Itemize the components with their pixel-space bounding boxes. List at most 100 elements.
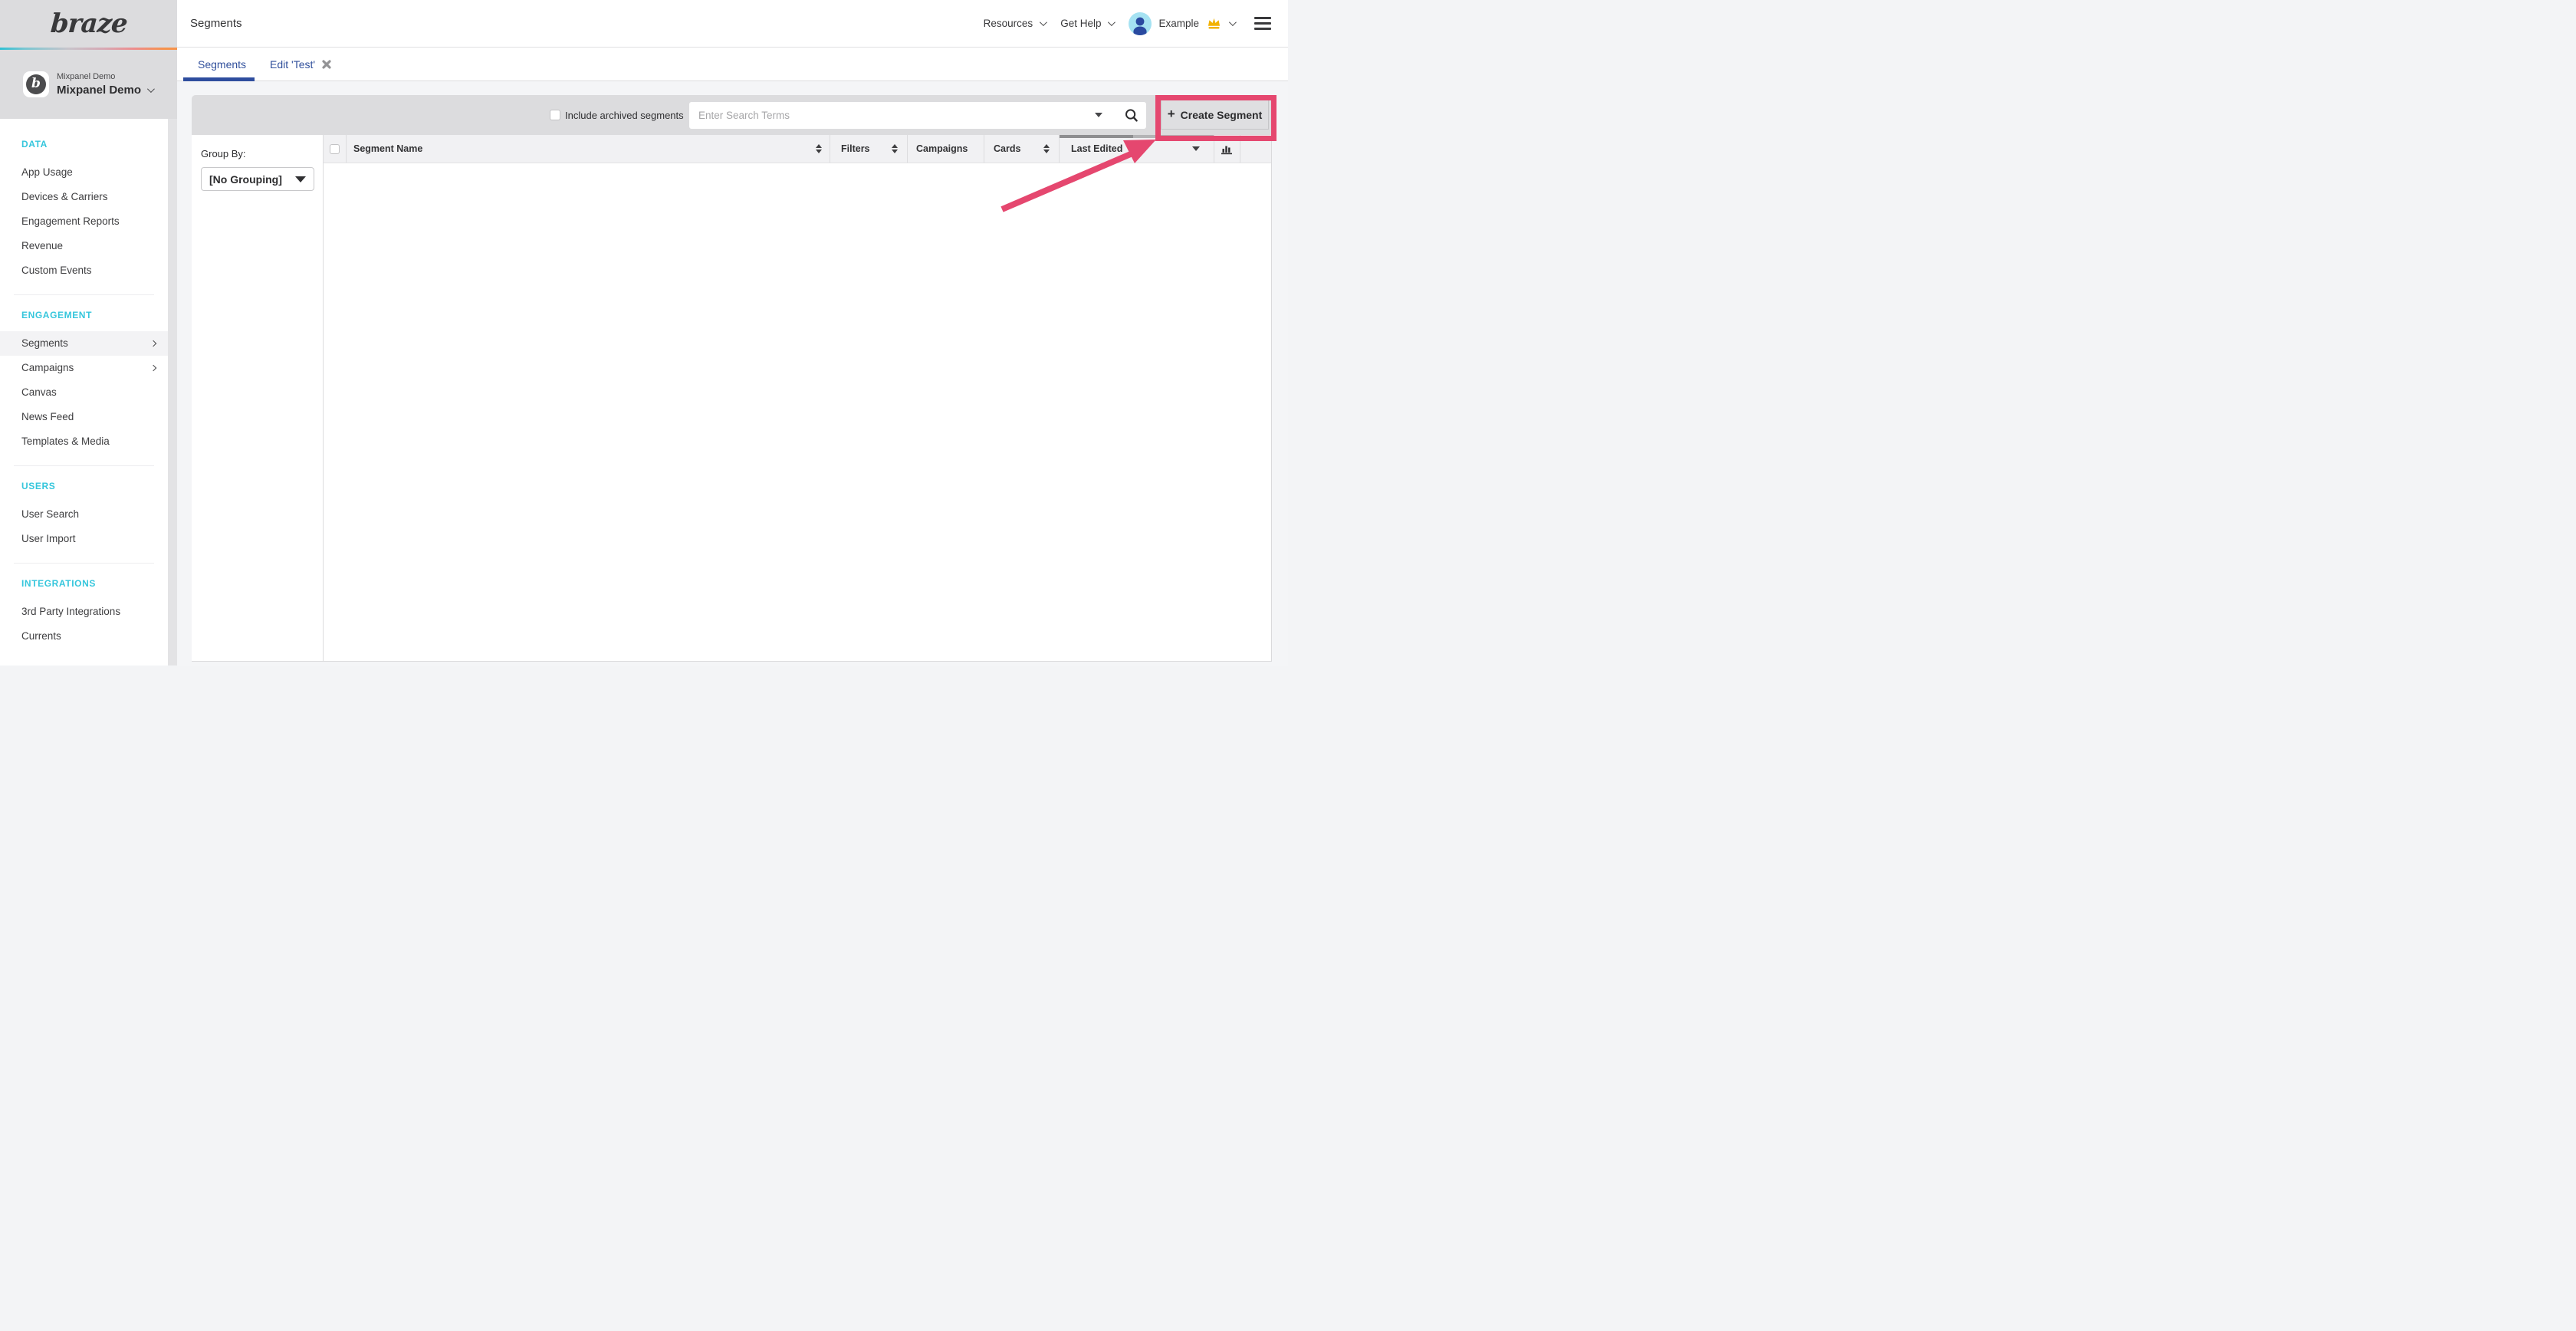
header-right: Resources Get Help [984,12,1280,35]
sidebar-item-label: Campaigns [21,362,74,373]
sidebar-item-3rd-party-integrations[interactable]: 3rd Party Integrations [0,600,168,624]
user-avatar-icon [1129,12,1152,35]
workspace-label: Mixpanel Demo [57,72,153,81]
sidebar-item-campaigns[interactable]: Campaigns [0,356,168,380]
hamburger-menu-icon[interactable] [1254,17,1271,30]
sidebar-item-label: Segments [21,337,68,349]
table-body-empty [324,163,1271,661]
group-by-select[interactable]: [No Grouping] [201,167,314,191]
search-icon[interactable] [1124,108,1138,123]
column-spacer [1240,135,1271,163]
sidebar-divider [14,465,154,466]
braze-logo[interactable]: braze [49,8,127,39]
column-last-edited[interactable]: Last Edited [1059,135,1214,163]
tab-edit-test[interactable]: Edit 'Test' [270,58,331,71]
chevron-right-icon [150,340,156,347]
account-menu[interactable]: Example [1129,12,1234,35]
search-input[interactable] [689,110,1095,121]
column-cards[interactable]: Cards [984,135,1059,163]
close-icon[interactable] [322,60,331,69]
chevron-down-icon [1229,18,1237,26]
user-name: Example [1158,18,1199,29]
column-label: Cards [994,143,1020,154]
tab-label: Edit 'Test' [270,58,315,71]
table-header-row: Segment Name Filters Campaigns [324,135,1271,163]
top-header: Segments Resources Get Help [177,0,1288,48]
sidebar-section-integrations: INTEGRATIONS [0,575,168,592]
group-by-panel: Group By: [No Grouping] [192,135,324,661]
segments-toolbar: Include archived segments + Create Segme… [192,95,1271,135]
bar-chart-icon [1221,143,1234,155]
tab-segments[interactable]: Segments [198,58,246,71]
group-by-label: Group By: [201,148,323,159]
braze-dashboard: braze b Mixpanel Demo Mixpanel Demo DATA… [0,0,1288,666]
sidebar-divider [14,563,154,564]
segment-search [689,102,1146,129]
sidebar-item-templates-media[interactable]: Templates & Media [0,429,168,454]
chevron-down-icon [295,176,306,182]
chevron-down-icon [147,85,155,93]
column-label: Last Edited [1071,143,1122,154]
sidebar-item-app-usage[interactable]: App Usage [0,160,168,185]
sort-icon[interactable] [816,144,822,154]
chevron-right-icon [150,365,156,371]
segments-table: Segment Name Filters Campaigns [324,135,1271,661]
segments-panel: Include archived segments + Create Segme… [192,95,1272,662]
column-label: Segment Name [353,143,422,154]
chevron-down-icon [1108,18,1116,26]
sidebar-item-segments[interactable]: Segments [0,331,168,356]
search-dropdown-icon[interactable] [1095,113,1102,117]
column-analytics[interactable] [1214,135,1240,163]
table-wrap: Group By: [No Grouping] Segment [192,135,1271,661]
include-archived-checkbox[interactable] [550,110,560,120]
scrollbar-thumb[interactable] [1060,135,1133,138]
column-segment-name[interactable]: Segment Name [346,135,830,163]
sidebar-item-engagement-reports[interactable]: Engagement Reports [0,209,168,234]
create-segment-label: Create Segment [1181,109,1263,121]
workspace-avatar: b [23,71,49,97]
sidebar-item-user-import[interactable]: User Import [0,527,168,551]
column-campaigns[interactable]: Campaigns [907,135,984,163]
sidebar-nav: DATA App Usage Devices & Carriers Engage… [0,119,168,649]
get-help-menu[interactable]: Get Help [1060,18,1113,29]
sort-icon[interactable] [1043,144,1050,154]
column-filters[interactable]: Filters [830,135,907,163]
include-archived-label: Include archived segments [565,110,684,121]
brand-header: braze [0,0,177,48]
resources-menu[interactable]: Resources [984,18,1046,29]
group-by-value: [No Grouping] [209,173,295,186]
tab-bar: Segments Edit 'Test' [177,48,1288,81]
plus-icon: + [1168,107,1175,122]
scrollbar-track [1133,135,1214,138]
sidebar-item-devices-carriers[interactable]: Devices & Carriers [0,185,168,209]
main-area: Segments Resources Get Help [177,0,1288,666]
column-label: Campaigns [916,143,968,154]
sidebar-item-canvas[interactable]: Canvas [0,380,168,405]
workspace-text: Mixpanel Demo Mixpanel Demo [57,72,153,97]
sidebar: braze b Mixpanel Demo Mixpanel Demo DATA… [0,0,177,666]
select-all-checkbox[interactable] [330,144,340,154]
sidebar-item-user-search[interactable]: User Search [0,502,168,527]
horizontal-scrollbar[interactable] [1060,135,1214,138]
sidebar-item-revenue[interactable]: Revenue [0,234,168,258]
sidebar-section-data: DATA [0,136,168,153]
crown-icon [1206,17,1222,30]
sidebar-gap-strip [168,119,177,666]
sidebar-section-users: USERS [0,478,168,495]
resources-label: Resources [984,18,1033,29]
chevron-down-icon[interactable] [1192,146,1200,151]
chevron-down-icon [1040,18,1047,26]
sidebar-item-currents[interactable]: Currents [0,624,168,649]
workspace-switcher[interactable]: b Mixpanel Demo Mixpanel Demo [0,50,177,119]
sidebar-divider [14,294,154,295]
create-segment-button[interactable]: + Create Segment [1161,100,1269,130]
sidebar-item-custom-events[interactable]: Custom Events [0,258,168,283]
workspace-name: Mixpanel Demo [57,84,141,97]
get-help-label: Get Help [1060,18,1101,29]
sidebar-item-news-feed[interactable]: News Feed [0,405,168,429]
sort-icon[interactable] [892,144,898,154]
workspace-avatar-letter: b [26,74,46,94]
page-title: Segments [190,17,242,30]
column-label: Filters [841,143,870,154]
include-archived-control: Include archived segments [550,95,684,135]
